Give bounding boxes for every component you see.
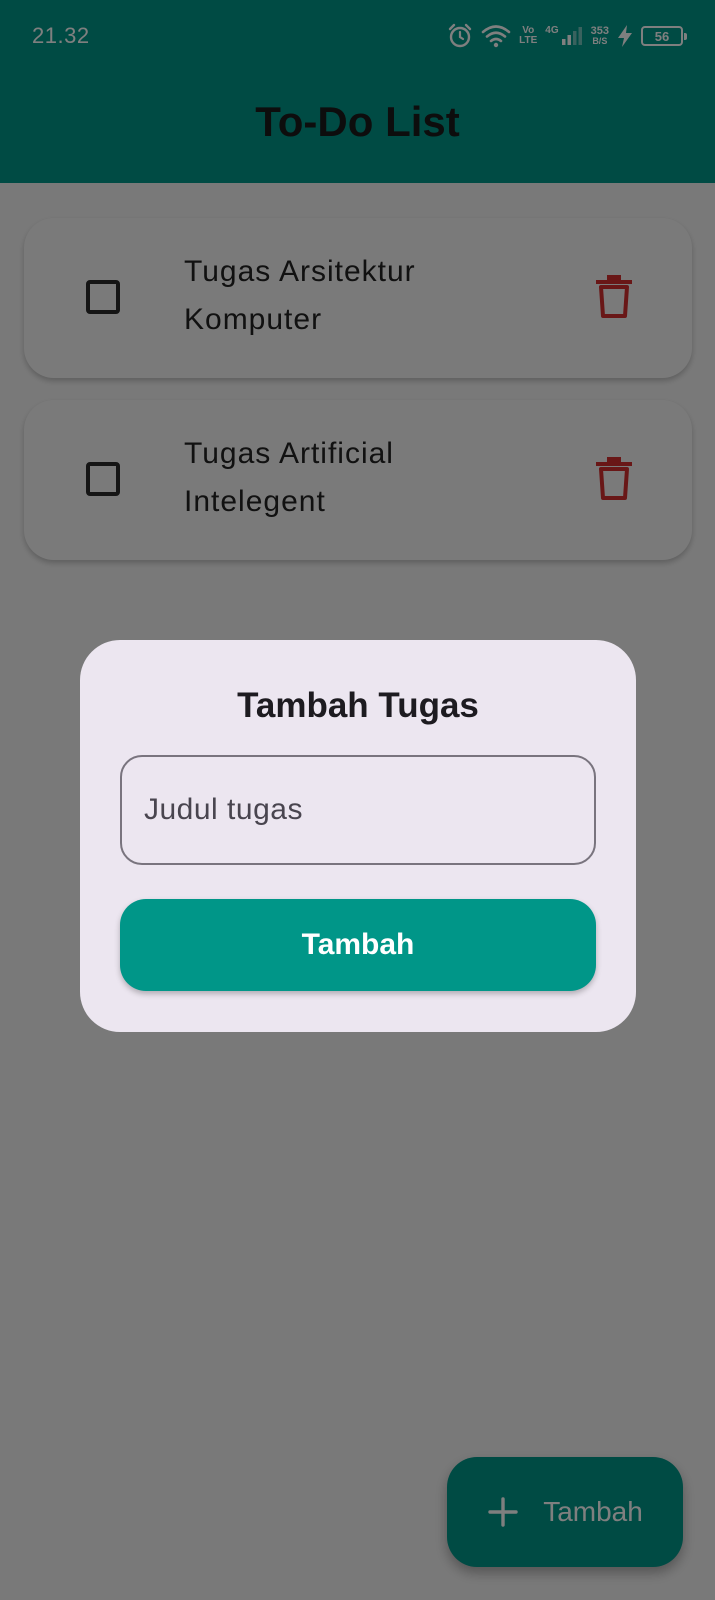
add-task-button[interactable]: Tambah <box>120 899 596 991</box>
task-title-input[interactable] <box>120 755 596 865</box>
dialog-title: Tambah Tugas <box>237 686 479 725</box>
add-task-dialog: Tambah Tugas Tambah <box>80 640 636 1032</box>
app-screen: 21.32 Vo LTE 4G <box>0 0 715 1600</box>
